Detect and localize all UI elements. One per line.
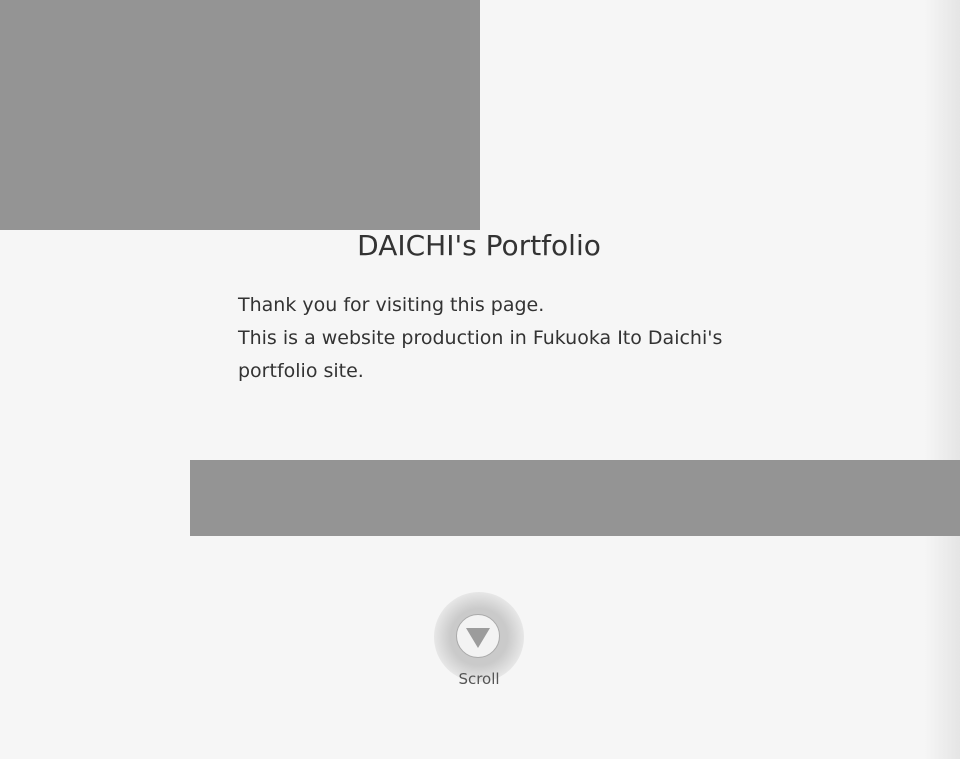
- intro-line: portfolio site.: [238, 360, 364, 382]
- scroll-label: Scroll: [458, 670, 500, 688]
- header-image-placeholder: [0, 0, 480, 230]
- banner-image-placeholder: [190, 460, 960, 536]
- intro-line: Thank you for visiting this page.: [238, 294, 545, 316]
- right-edge-shadow: [924, 0, 960, 759]
- scroll-circle[interactable]: [456, 614, 500, 658]
- page-title: DAICHI's Portfolio: [357, 229, 601, 262]
- intro-line: This is a website production in Fukuoka …: [238, 327, 723, 349]
- intro-text: Thank you for visiting this page. This i…: [238, 289, 728, 388]
- triangle-down-icon: [466, 628, 490, 648]
- scroll-button[interactable]: Scroll: [434, 592, 524, 692]
